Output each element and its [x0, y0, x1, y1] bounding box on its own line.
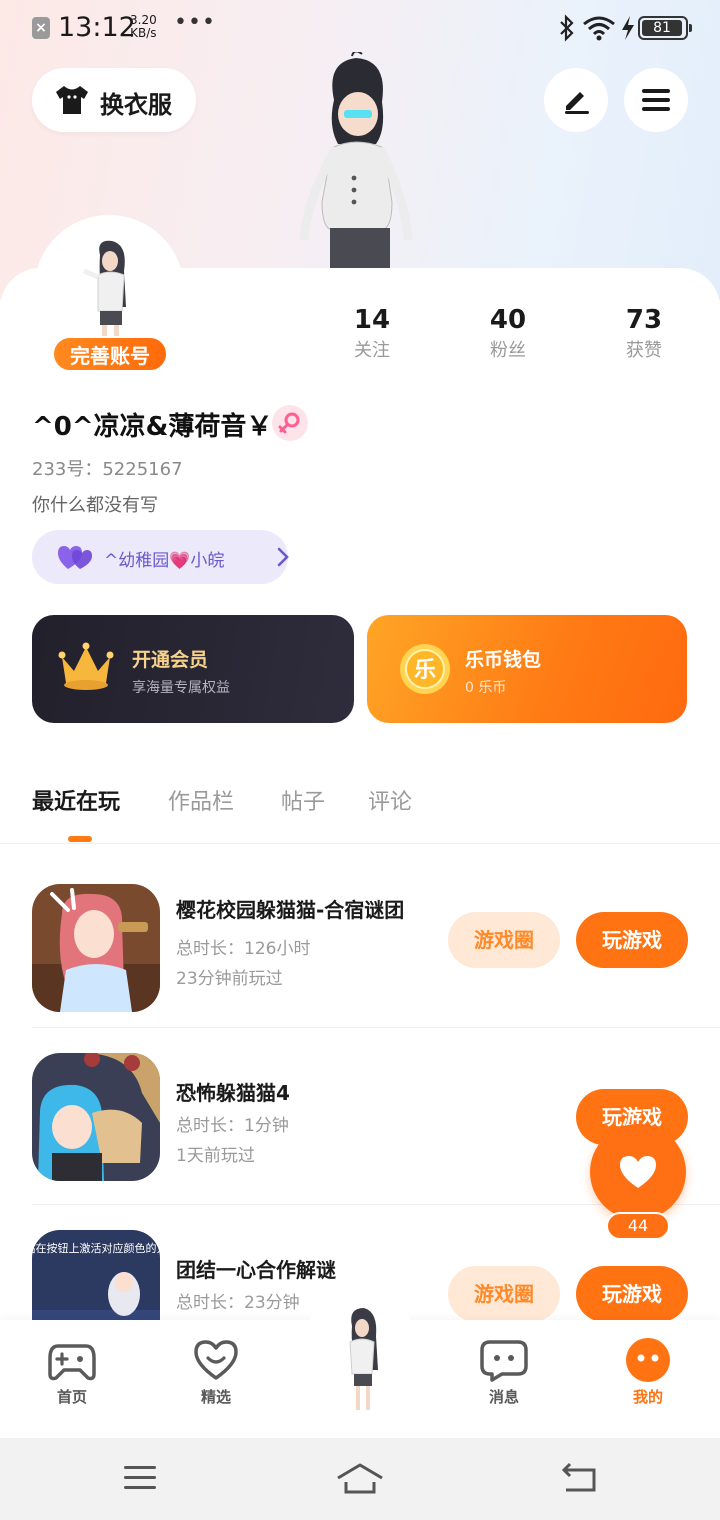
- network-speed-unit: KB/s: [130, 26, 157, 40]
- content-tabs: 最近在玩 作品栏 帖子 评论: [0, 770, 720, 844]
- tab-posts[interactable]: 帖子: [281, 784, 325, 816]
- like-count: 44: [606, 1212, 670, 1240]
- female-gender-icon: [272, 405, 308, 441]
- battery-icon: 81: [638, 16, 692, 40]
- game-last-played: 1天前玩过: [176, 1146, 255, 1166]
- battery-level: 81: [642, 20, 682, 36]
- stat-following[interactable]: 14 关注: [322, 304, 422, 366]
- stat-likes[interactable]: 73 获赞: [594, 304, 694, 366]
- wallet-balance: 0 乐币: [465, 680, 507, 696]
- nav-home[interactable]: 首页: [22, 1320, 122, 1438]
- like-fab-button[interactable]: [590, 1124, 686, 1220]
- nav-home-label: 首页: [56, 1388, 87, 1406]
- change-outfit-label: 换衣服: [100, 91, 172, 119]
- nav-featured-label: 精选: [200, 1388, 231, 1406]
- gamepad-icon: [48, 1344, 96, 1381]
- play-game-button[interactable]: 玩游戏: [576, 1266, 688, 1322]
- crown-icon: [58, 642, 114, 690]
- stat-likes-value: 73: [625, 305, 663, 335]
- heart-outline-icon: [194, 1340, 238, 1380]
- game-thumbnail[interactable]: [32, 1053, 160, 1181]
- stat-following-value: 14: [353, 305, 391, 335]
- charging-icon: [622, 16, 634, 40]
- stat-fans-label: 粉丝: [490, 340, 526, 361]
- status-bar: × 13:12 3.20 KB/s ••• 81: [0, 0, 720, 58]
- vip-membership-card[interactable]: 开通会员 享海量专属权益: [32, 615, 354, 723]
- nickname: ^0^凉凉&薄荷音￥: [32, 412, 273, 442]
- stat-fans-value: 40: [489, 305, 527, 335]
- recent-apps-icon[interactable]: [122, 1462, 158, 1494]
- active-tab-indicator: [68, 836, 92, 842]
- system-navigation-bar: [0, 1438, 720, 1520]
- center-avatar-image: [349, 1308, 378, 1410]
- nav-messages[interactable]: 消息: [454, 1320, 554, 1438]
- divider: [32, 1027, 720, 1028]
- more-notifications-icon: •••: [174, 10, 216, 35]
- nav-me-label: 我的: [632, 1388, 663, 1406]
- network-speed: 3.20 KB/s: [130, 14, 157, 40]
- heart-icon: [620, 1156, 656, 1188]
- game-last-played: 23分钟前玩过: [176, 969, 283, 989]
- coin-wallet-card[interactable]: 乐 乐币钱包 0 乐币: [367, 615, 687, 723]
- tab-works[interactable]: 作品栏: [168, 784, 234, 816]
- tab-comments[interactable]: 评论: [368, 784, 412, 816]
- nav-center-avatar[interactable]: [306, 1286, 414, 1426]
- wallet-title: 乐币钱包: [465, 649, 542, 671]
- avatar-3d-character[interactable]: [296, 52, 416, 270]
- coin-icon: 乐: [400, 644, 450, 694]
- stat-following-label: 关注: [354, 340, 390, 361]
- play-game-button[interactable]: 玩游戏: [576, 912, 688, 968]
- status-time: 13:12: [58, 12, 136, 43]
- tshirt-icon: [56, 86, 88, 114]
- game-list-item[interactable]: 樱花校园躲猫猫-合宿谜团 总时长：126小时 23分钟前玩过 游戏圈 玩游戏: [0, 852, 720, 1028]
- thumb-caption: 站在按钮上激活对应颜色的方: [32, 1241, 160, 1255]
- nav-featured[interactable]: 精选: [166, 1320, 266, 1438]
- club-name: ^幼稚园💗小皖: [104, 551, 225, 571]
- user-id: 233号：5225167: [32, 459, 183, 480]
- change-outfit-button[interactable]: 换衣服: [32, 68, 196, 132]
- game-duration: 总时长：23分钟: [176, 1293, 300, 1313]
- bio: 你什么都没有写: [32, 495, 158, 516]
- game-name: 恐怖躲猫猫4: [176, 1081, 290, 1105]
- profile-face-icon: [626, 1338, 670, 1382]
- game-name: 樱花校园躲猫猫-合宿谜团: [176, 898, 405, 922]
- back-icon[interactable]: [560, 1462, 600, 1494]
- notification-x-icon: ×: [32, 17, 50, 39]
- bluetooth-icon: [560, 14, 574, 42]
- game-duration: 总时长：126小时: [176, 939, 311, 959]
- game-circle-button[interactable]: 游戏圈: [448, 1266, 560, 1322]
- tab-recently-played[interactable]: 最近在玩: [32, 784, 120, 816]
- nav-messages-label: 消息: [488, 1388, 519, 1406]
- club-tag[interactable]: ^幼稚园💗小皖: [32, 530, 289, 584]
- bottom-navigation: 首页 精选 消息 我的: [0, 1286, 720, 1438]
- stat-likes-label: 获赞: [626, 340, 662, 361]
- wifi-icon: [583, 16, 615, 41]
- complete-account-badge[interactable]: 完善账号: [52, 336, 168, 372]
- game-thumbnail[interactable]: [32, 884, 160, 1012]
- game-name: 团结一心合作解谜: [176, 1258, 336, 1282]
- nav-me[interactable]: 我的: [598, 1320, 698, 1438]
- menu-button[interactable]: [624, 68, 688, 132]
- hamburger-menu-icon: [642, 89, 670, 111]
- edit-profile-button[interactable]: [544, 68, 608, 132]
- coin-char: 乐: [414, 658, 436, 683]
- home-icon[interactable]: [336, 1462, 384, 1496]
- stat-fans[interactable]: 40 粉丝: [458, 304, 558, 366]
- message-icon: [480, 1340, 528, 1382]
- vip-title: 开通会员: [132, 649, 209, 671]
- chevron-right-icon: [277, 547, 289, 567]
- pencil-icon: [565, 92, 589, 114]
- game-circle-button[interactable]: 游戏圈: [448, 912, 560, 968]
- vip-subtitle: 享海量专属权益: [132, 680, 230, 696]
- game-duration: 总时长：1分钟: [176, 1116, 289, 1136]
- double-heart-icon: [58, 546, 92, 569]
